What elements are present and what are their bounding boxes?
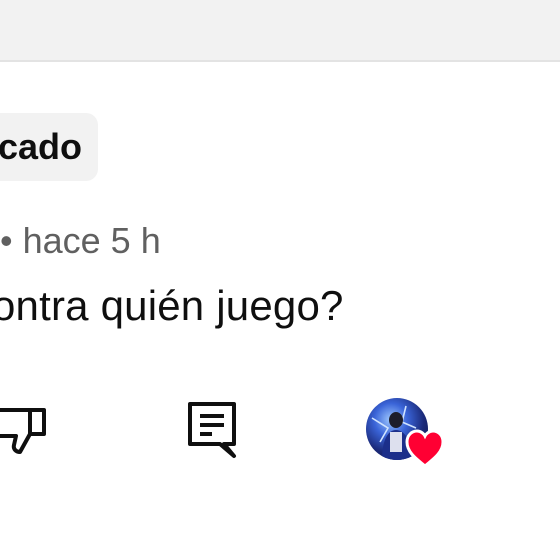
thumbs-down-icon[interactable] [0, 400, 50, 460]
comment-icon[interactable] [180, 398, 240, 460]
comment-meta: • hace 5 h [0, 218, 161, 264]
comment-time: • hace 5 h [0, 220, 161, 261]
pinned-badge-label: cado [0, 126, 83, 167]
comment-text: ontra quién juego? [0, 282, 344, 329]
pinned-badge: cado [0, 113, 99, 181]
heart-icon [405, 429, 445, 468]
top-header-bar [0, 0, 560, 62]
creator-heart[interactable] [366, 398, 446, 470]
